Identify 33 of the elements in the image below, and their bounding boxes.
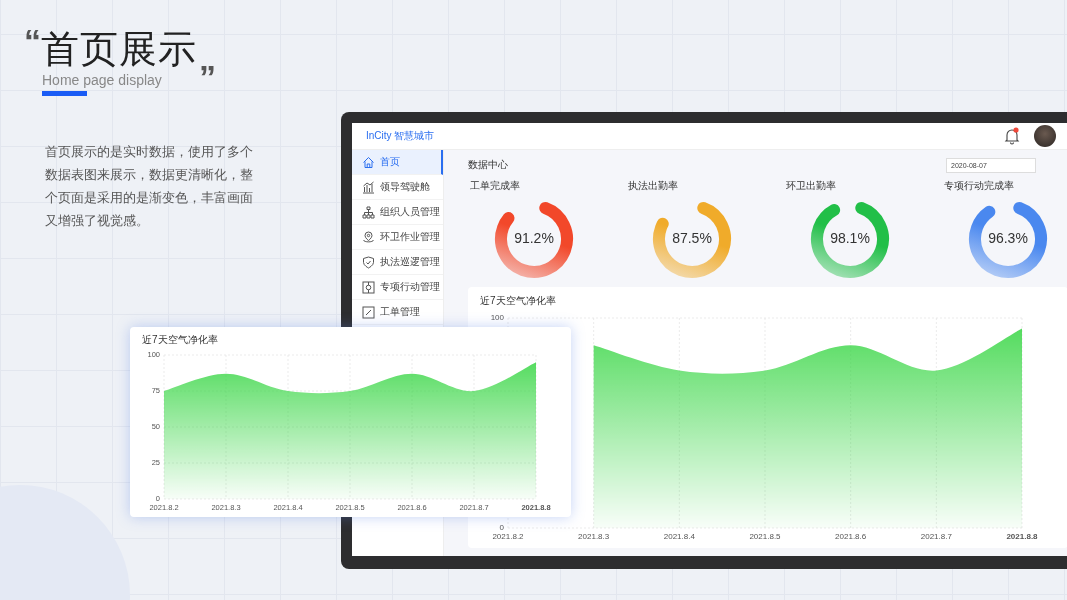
y-tick-label: 100	[490, 313, 504, 322]
sidebar-item[interactable]: 组织人员管理	[352, 200, 443, 225]
gauge-value: 87.5%	[671, 230, 713, 246]
gauge-label: 专项行动完成率	[944, 179, 1014, 193]
y-tick-label: 0	[499, 523, 504, 532]
sidebar-item[interactable]: 工单管理	[352, 300, 443, 325]
x-tick-label: 2021.8.4	[663, 532, 695, 541]
gauge-label: 执法出勤率	[628, 179, 678, 193]
gauge-value: 98.1%	[829, 230, 871, 246]
chart-title: 近7天空气净化率	[142, 333, 219, 347]
quote-mark: ”	[199, 60, 216, 94]
quote-mark: “	[24, 24, 41, 58]
chart-title: 近7天空气净化率	[480, 294, 557, 308]
x-tick-label: 2021.8.8	[1006, 532, 1038, 541]
slide-title: 首页展示	[41, 30, 197, 68]
sidebar-item[interactable]: 环卫作业管理	[352, 225, 443, 250]
sidebar-item[interactable]: 领导驾驶舱	[352, 175, 443, 200]
sidebar-item[interactable]: 首页	[352, 150, 443, 175]
app-logo[interactable]: InCity 智慧城市	[366, 129, 435, 143]
slide-description: 首页展示的是实时数据，使用了多个数据表图来展示，数据更清晰化，整个页面是采用的是渐变色，丰富画面又增强了视觉感。	[45, 143, 254, 230]
sidebar-item[interactable]: 专项行动管理	[352, 275, 443, 300]
sidebar-item[interactable]: 执法巡逻管理	[352, 250, 443, 275]
slide-subtitle: Home page display	[42, 72, 162, 88]
gauge-label: 环卫出勤率	[786, 179, 836, 193]
x-tick-label: 2021.8.2	[492, 532, 524, 541]
gauge-value: 96.3%	[987, 230, 1029, 246]
x-tick-label: 2021.8.6	[835, 532, 867, 541]
gauge-value: 91.2%	[513, 230, 555, 246]
section-title: 数据中心	[468, 159, 508, 172]
gauge-label: 工单完成率	[470, 179, 520, 193]
x-tick-label: 2021.8.7	[920, 532, 952, 541]
x-tick-label: 2021.8.5	[749, 532, 781, 541]
x-tick-label: 2021.8.3	[578, 532, 610, 541]
